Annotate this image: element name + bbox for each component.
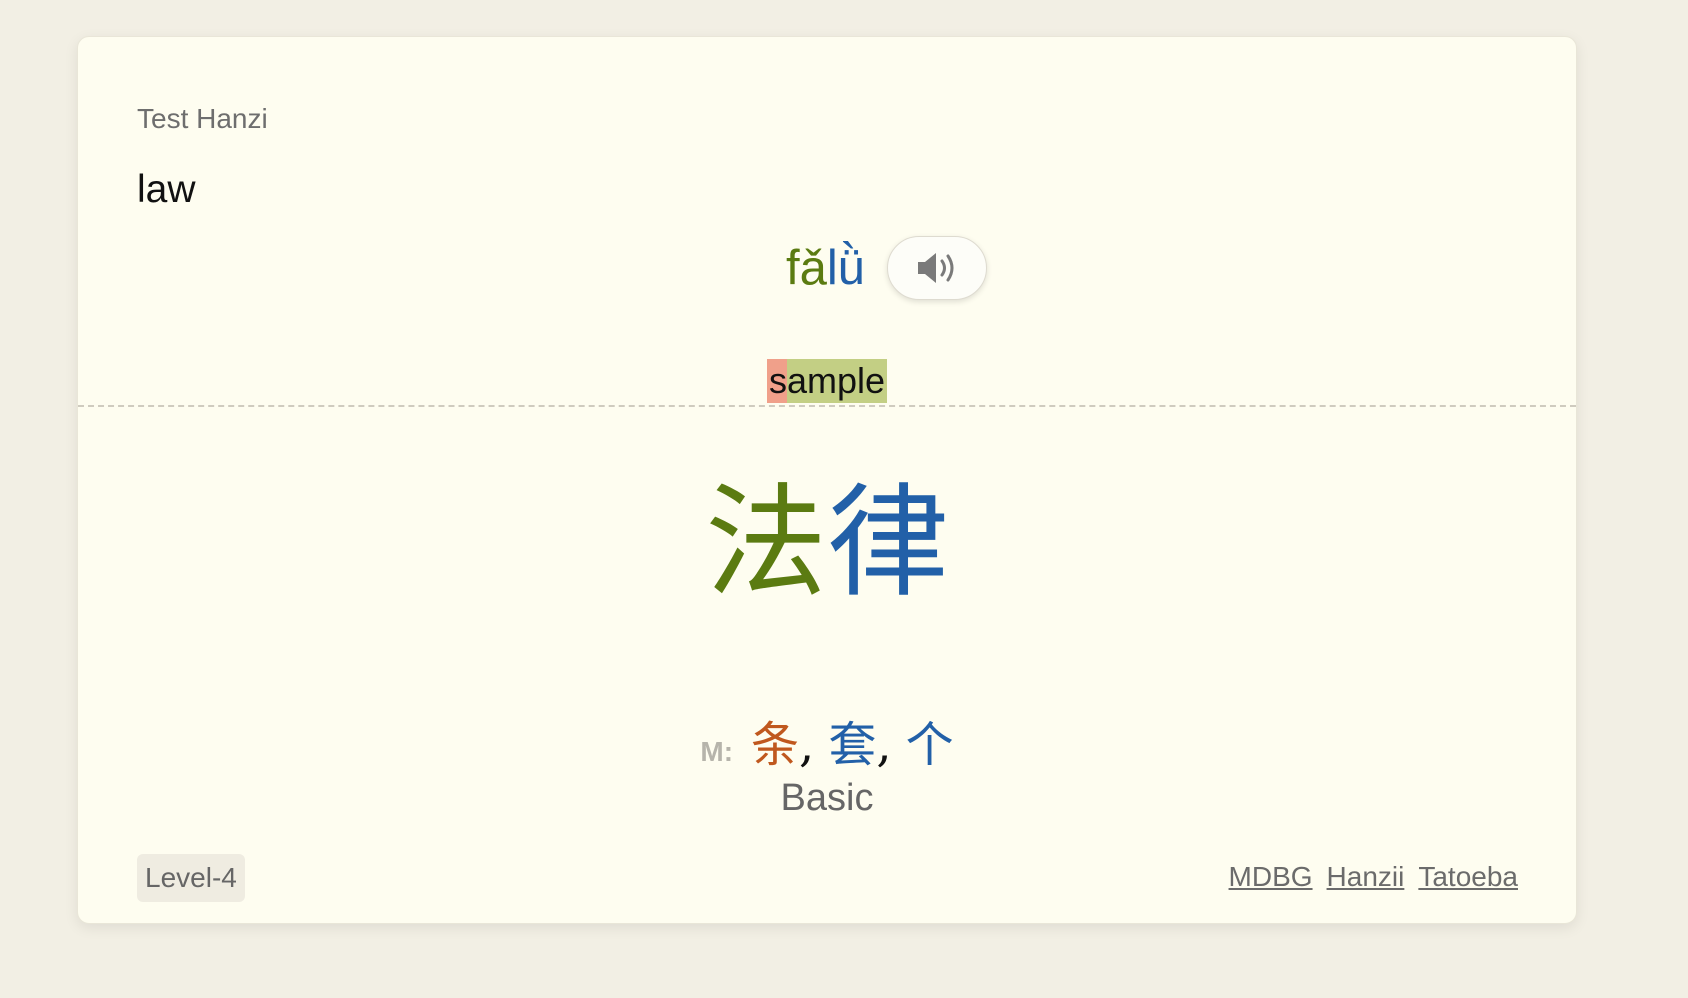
play-audio-button[interactable] bbox=[887, 236, 987, 300]
hanzi-char: 律 bbox=[827, 472, 949, 614]
pinyin: fǎlǜ bbox=[785, 240, 865, 295]
link-hanzii[interactable]: Hanzii bbox=[1327, 861, 1405, 893]
pinyin-row: fǎlǜ bbox=[78, 232, 1576, 304]
pinyin-syllable: fǎ bbox=[785, 240, 827, 295]
level-tag: Level-4 bbox=[137, 854, 245, 902]
measure-label: M: bbox=[700, 736, 734, 767]
hanzi-word: 法 律 bbox=[78, 482, 1576, 604]
meaning-text: law bbox=[137, 168, 196, 211]
comma: , bbox=[876, 717, 892, 773]
deck-name: Test Hanzi bbox=[137, 103, 268, 134]
measure-words: M: 条, 套, 个 bbox=[78, 705, 1576, 775]
measure-word: 条 bbox=[751, 717, 800, 773]
category-label: Basic bbox=[780, 777, 874, 819]
measure-word: 套 bbox=[828, 717, 877, 773]
sample-highlight-red: s bbox=[766, 359, 787, 403]
pinyin-syllable: lǜ bbox=[826, 240, 865, 295]
comma: , bbox=[799, 717, 815, 773]
flashcard: Test Hanzi law fǎlǜ s ample 法 律 M: 条, 套, … bbox=[77, 36, 1577, 924]
divider bbox=[78, 405, 1576, 407]
sample-highlight-green: ample bbox=[786, 359, 888, 403]
speaker-icon bbox=[918, 253, 954, 283]
measure-word: 个 bbox=[905, 717, 954, 773]
sample-row: s ample bbox=[78, 359, 1576, 403]
link-mdbg[interactable]: MDBG bbox=[1229, 861, 1313, 893]
hanzi-char: 法 bbox=[705, 472, 827, 614]
dictionary-links: MDBG Hanzii Tatoeba bbox=[1229, 861, 1518, 893]
link-tatoeba[interactable]: Tatoeba bbox=[1418, 861, 1518, 893]
sample-text: s ample bbox=[766, 359, 888, 403]
